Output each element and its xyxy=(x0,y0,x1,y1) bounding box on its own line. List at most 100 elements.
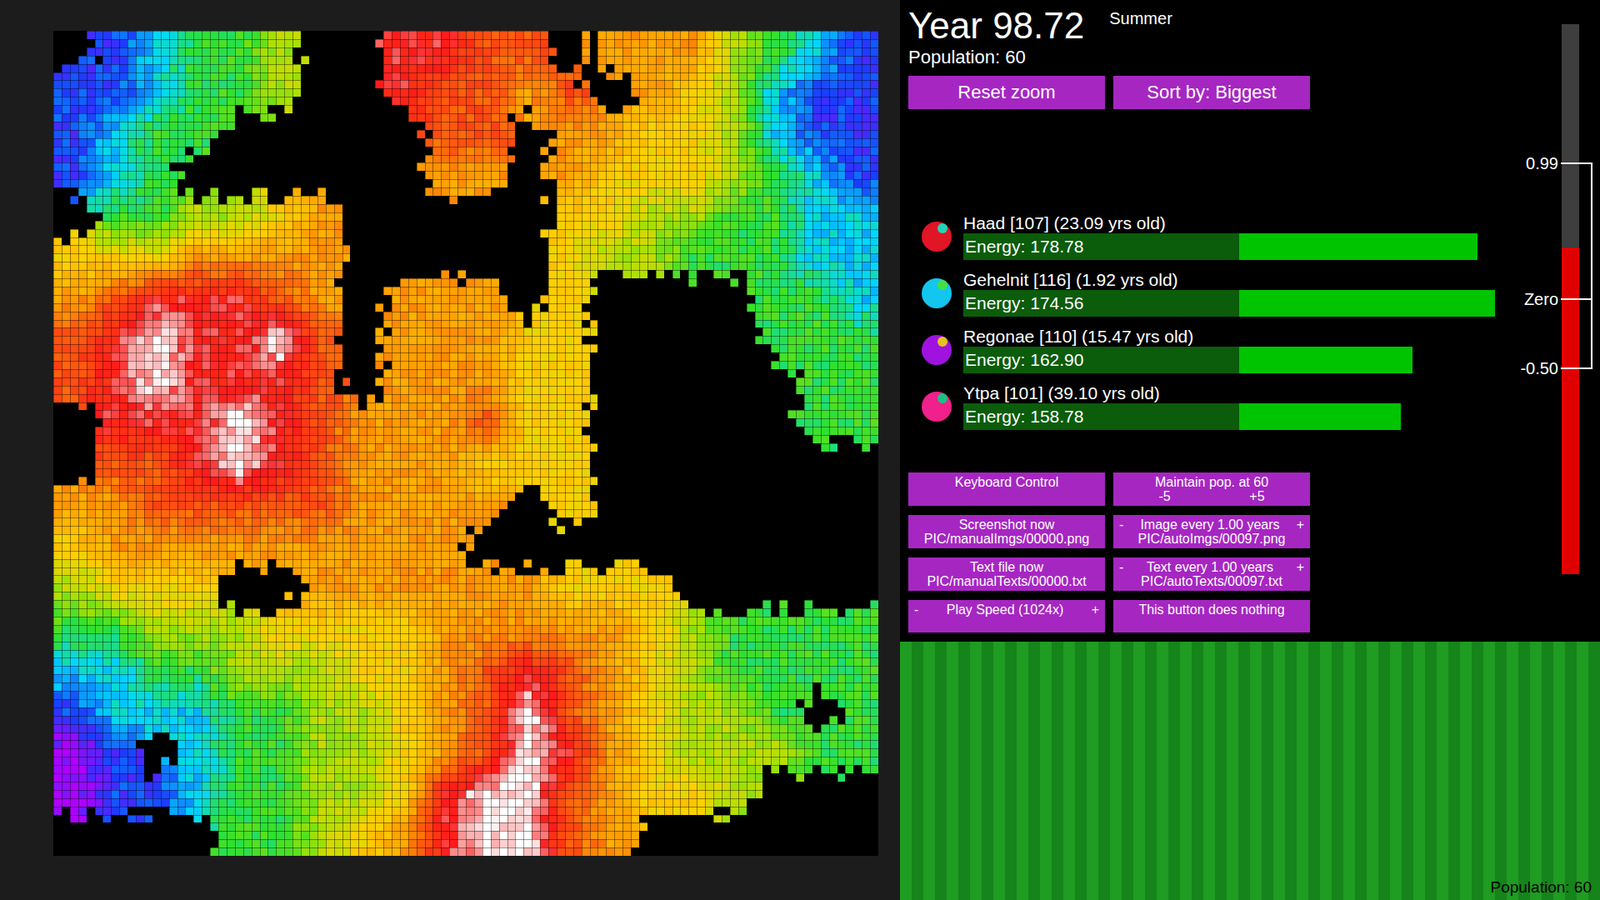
population-bar xyxy=(1483,641,1495,900)
population-bar xyxy=(1460,641,1472,900)
control-button[interactable]: -Text every 1.00 years+PIC/autoTexts/000… xyxy=(1113,557,1310,591)
chart-bars xyxy=(900,641,1600,900)
step-button[interactable]: + xyxy=(1296,517,1305,532)
button-text: PIC/manualImgs/00000.png xyxy=(924,531,1090,546)
population-bar xyxy=(1063,641,1075,900)
button-text: Screenshot now xyxy=(959,517,1055,532)
energy-label: Energy: 178.78 xyxy=(963,236,1084,257)
creature-info: Regonae [110] (15.47 yrs old)Energy: 162… xyxy=(963,326,1535,374)
population-bar xyxy=(1506,641,1519,900)
energy-bar: Energy: 158.78 xyxy=(963,403,1535,430)
population-bar xyxy=(1191,641,1204,900)
population-label: Population: 60 xyxy=(908,46,1484,69)
creature-icon xyxy=(921,391,952,422)
energy-bar: Energy: 174.56 xyxy=(963,290,1535,317)
button-text: -5 xyxy=(1158,489,1170,504)
button-line: PIC/autoImgs/00097.png xyxy=(1119,531,1305,546)
population-bar xyxy=(1495,641,1507,900)
population-bar xyxy=(1075,641,1087,900)
population-bar xyxy=(1378,641,1390,900)
control-button[interactable]: Maintain pop. at 60-5+5 xyxy=(1113,472,1310,506)
population-bar xyxy=(1051,641,1064,900)
button-text: Maintain pop. at 60 xyxy=(1155,475,1269,490)
step-button[interactable]: - xyxy=(1119,517,1124,532)
step-button[interactable]: - xyxy=(1119,560,1124,575)
population-bar xyxy=(1273,641,1285,900)
button-text: Text file now xyxy=(970,560,1044,575)
button-line: Keyboard Control xyxy=(914,475,1100,490)
control-button[interactable]: -Play Speed (1024x)+ xyxy=(908,600,1105,633)
population-bar xyxy=(1401,641,1414,900)
header: Year 98.72 Summer xyxy=(908,5,1484,47)
control-button[interactable]: This button does nothing xyxy=(1113,600,1310,633)
population-bar xyxy=(1028,641,1040,900)
reset-zoom-button[interactable]: Reset zoom xyxy=(908,75,1105,110)
population-bar xyxy=(1098,641,1110,900)
population-bar xyxy=(1541,641,1554,900)
population-bar xyxy=(1238,641,1250,900)
population-bar xyxy=(1343,641,1355,900)
population-bar xyxy=(1448,641,1460,900)
meter-fill xyxy=(1561,247,1580,575)
control-buttons: Keyboard ControlMaintain pop. at 60-5+5S… xyxy=(908,472,1484,633)
step-button[interactable]: + xyxy=(1091,602,1100,617)
tick-line xyxy=(1560,298,1593,300)
sort-button[interactable]: Sort by: Biggest xyxy=(1113,75,1310,110)
population-bar xyxy=(1413,641,1425,900)
creature-icon xyxy=(921,278,952,309)
creature-row[interactable]: Ytpa [101] (39.10 yrs old)Energy: 158.78 xyxy=(908,383,1484,430)
population-bar xyxy=(1553,641,1565,900)
step-button[interactable]: - xyxy=(914,602,919,617)
creature-mouth-icon xyxy=(937,280,948,290)
creature-row[interactable]: Regonae [110] (15.47 yrs old)Energy: 162… xyxy=(908,326,1484,374)
step-button[interactable]: + xyxy=(1296,560,1305,575)
button-line: -Play Speed (1024x)+ xyxy=(914,602,1100,617)
world-panel xyxy=(0,0,900,900)
button-line: Maintain pop. at 60 xyxy=(1119,475,1305,490)
control-button[interactable]: Text file nowPIC/manualTexts/00000.txt xyxy=(908,557,1105,591)
population-bar xyxy=(1576,641,1589,900)
population-bar xyxy=(1133,641,1145,900)
tick-label: -0.50 xyxy=(1520,358,1559,379)
population-bar xyxy=(1331,641,1344,900)
button-text: This button does nothing xyxy=(1138,602,1285,617)
button-line: This button does nothing xyxy=(1119,602,1305,617)
population-bar xyxy=(1296,641,1309,900)
population-bar xyxy=(1436,641,1449,900)
chart-label: Population: 60 xyxy=(1490,878,1593,897)
button-text: PIC/manualTexts/00000.txt xyxy=(926,574,1086,589)
control-button[interactable]: Screenshot nowPIC/manualImgs/00000.png xyxy=(908,515,1105,549)
population-bar xyxy=(935,641,947,900)
creature-name: Ytpa [101] (39.10 yrs old) xyxy=(963,383,1535,404)
tick-label: Zero xyxy=(1524,289,1559,310)
creature-mouth-icon xyxy=(937,393,948,404)
control-button[interactable]: -Image every 1.00 years+PIC/autoImgs/000… xyxy=(1113,515,1310,549)
creature-info: Gehelnit [116] (1.92 yrs old)Energy: 174… xyxy=(963,270,1535,317)
population-bar xyxy=(1180,641,1192,900)
population-bar xyxy=(946,641,959,900)
creature-row[interactable]: Haad [107] (23.09 yrs old)Energy: 178.78 xyxy=(908,213,1484,260)
creature-info: Ytpa [101] (39.10 yrs old)Energy: 158.78 xyxy=(963,383,1535,430)
creature-row[interactable]: Gehelnit [116] (1.92 yrs old)Energy: 174… xyxy=(908,270,1484,317)
button-line: Screenshot now xyxy=(914,517,1100,532)
world-map[interactable] xyxy=(53,30,879,856)
population-bar xyxy=(1261,641,1274,900)
meter: 0.99Zero-0.50 xyxy=(1483,0,1600,642)
population-bar xyxy=(993,641,1005,900)
tick-line xyxy=(1560,162,1593,165)
population-bar xyxy=(970,641,982,900)
population-bar xyxy=(1110,641,1122,900)
population-bar xyxy=(1518,641,1530,900)
population-bar xyxy=(1086,641,1099,900)
creature-list: Haad [107] (23.09 yrs old)Energy: 178.78… xyxy=(908,213,1484,430)
year-label: Year 98.72 xyxy=(908,5,1085,47)
info-top: Year 98.72 Summer Population: 60 Reset z… xyxy=(900,0,1600,642)
tick-line xyxy=(1560,367,1593,370)
population-bar xyxy=(1226,641,1239,900)
population-chart: Population: 60 xyxy=(900,641,1600,900)
population-bar xyxy=(1355,641,1367,900)
creature-name: Gehelnit [116] (1.92 yrs old) xyxy=(963,270,1535,290)
population-bar xyxy=(958,641,970,900)
control-button[interactable]: Keyboard Control xyxy=(908,472,1105,506)
button-line: -Text every 1.00 years+ xyxy=(1119,560,1305,575)
